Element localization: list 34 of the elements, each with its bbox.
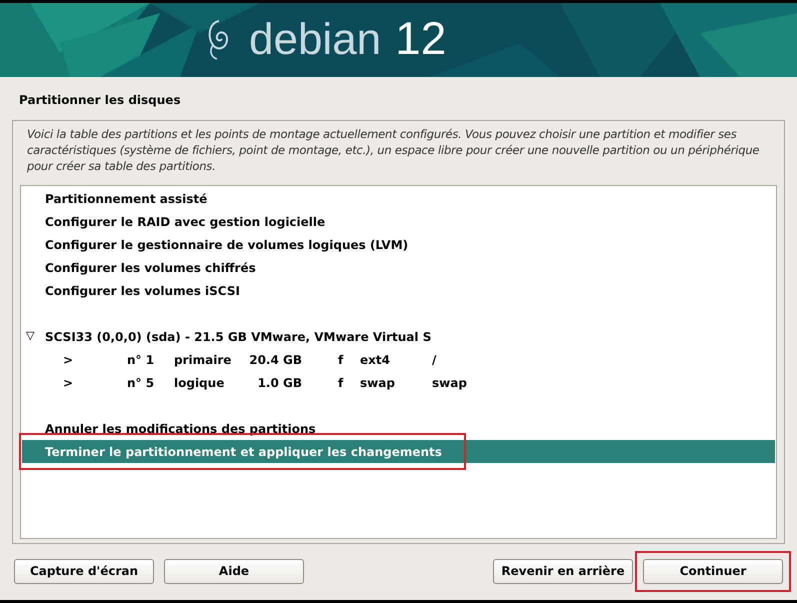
logo-word: debian bbox=[249, 18, 382, 62]
partition-mount: swap bbox=[432, 374, 467, 392]
partition-filesystem: ext4 bbox=[360, 352, 391, 368]
partition-row[interactable]: > n° 1 primaire 20.4 GB f ext4 / bbox=[22, 348, 775, 371]
menu-item[interactable]: Configurer les volumes chiffrés bbox=[22, 256, 775, 279]
partition-flag-label: f bbox=[338, 374, 344, 392]
page-title: Partitionner les disques bbox=[18, 92, 182, 108]
dialog-button[interactable]: Capture d'écran bbox=[14, 558, 154, 584]
partition-marker: > bbox=[63, 352, 74, 368]
partition-flag-label: f bbox=[338, 352, 344, 368]
disk-label: SCSI33 (0,0,0) (sda) - 21.5 GB VMware, VMware Virtual S bbox=[45, 328, 432, 346]
disk-item[interactable]: ▽ SCSI33 (0,0,0) (sda) - 21.5 GB VMware, VMware Virtual S bbox=[22, 325, 775, 348]
partition-filesystem: swap bbox=[360, 374, 396, 392]
partition-mount: / bbox=[432, 352, 436, 368]
expand-toggle[interactable]: ▽ bbox=[26, 328, 38, 345]
logo-version: 12 bbox=[395, 15, 446, 61]
menu-item[interactable]: Configurer les volumes iSCSI bbox=[22, 279, 775, 302]
partition-type: logique bbox=[174, 374, 226, 392]
menu-item[interactable]: Configurer le RAID avec gestion logicielle bbox=[22, 210, 775, 233]
menu-item[interactable]: Configurer le gestionnaire de volumes logiques (LVM) bbox=[22, 233, 775, 256]
partition-marker: > bbox=[63, 374, 74, 392]
partition-size: 1.0 GB bbox=[256, 374, 302, 392]
partition-number: n° 5 bbox=[127, 374, 156, 392]
menu-item[interactable]: Annuler les modifications des partitions bbox=[22, 417, 775, 440]
menu-item[interactable]: Terminer le partitionnement et appliquer les changements bbox=[22, 440, 775, 463]
partition-row[interactable]: > n° 5 logique 1.0 GB f swap swap bbox=[22, 371, 775, 394]
dialog-button[interactable]: Revenir en arrière bbox=[493, 558, 633, 584]
dialog-button[interactable]: Continuer bbox=[643, 558, 783, 584]
partition-size: 20.4 GB bbox=[248, 352, 302, 368]
menu-item[interactable]: Partitionnement assisté bbox=[22, 187, 775, 210]
description: Voici la table des partitions et les points de montage actuellement configurés. Vous pouvez choisir une partition et modifier ses caractéristiques (système de fichiers, point de montage, etc.), un espace libre pour créer une nouvelle partition ou un périphérique pour créer sa table des partitions. bbox=[26, 126, 760, 175]
partition-number: n° 1 bbox=[127, 352, 156, 368]
dialog-button[interactable]: Aide bbox=[164, 558, 304, 584]
partition-type: primaire bbox=[174, 352, 232, 368]
